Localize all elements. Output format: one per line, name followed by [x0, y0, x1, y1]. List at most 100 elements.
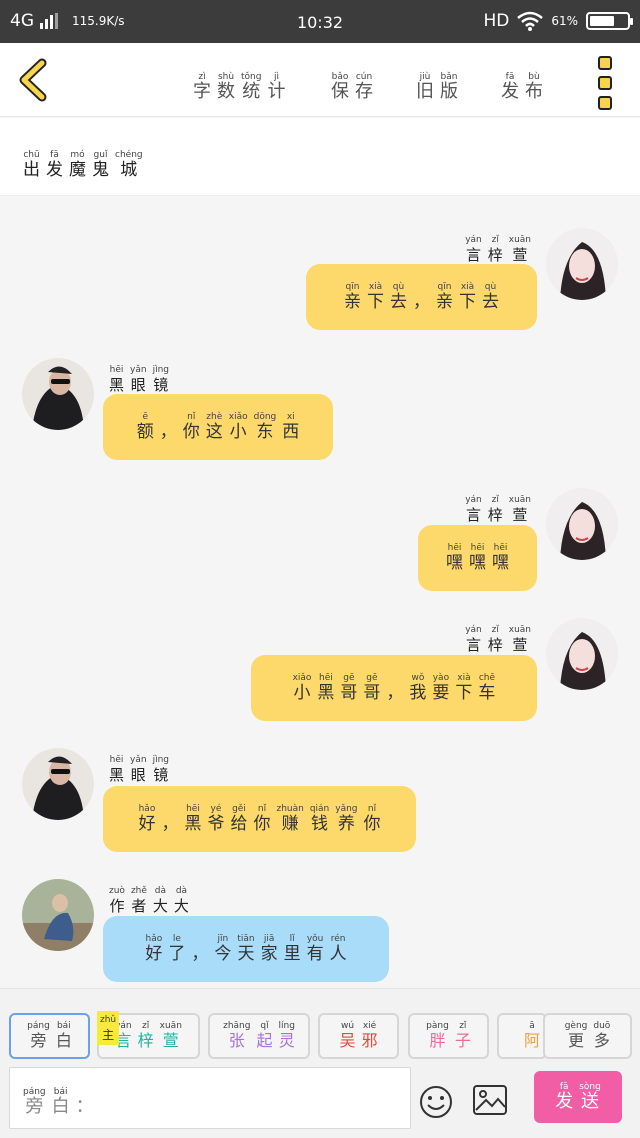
- ruby-char: dōng 东: [253, 412, 277, 442]
- ruby-char: xi 西: [282, 412, 300, 442]
- ruby-char: gěi 给: [230, 804, 248, 834]
- sender-name: hēi 黑 yǎn 眼 jìng 镜: [106, 358, 172, 395]
- ruby-char: hēi 嘿: [446, 543, 463, 573]
- ruby-char: mó 魔: [69, 150, 86, 180]
- ruby-char: qǐ 起: [256, 1021, 273, 1050]
- picture-icon[interactable]: [472, 1084, 508, 1116]
- ruby-char: bái 白: [55, 1021, 72, 1050]
- battery-percent: 61%: [551, 14, 578, 28]
- ruby-char: xuān 萱: [508, 235, 531, 264]
- app-header: zì 字 shù 数 tǒng 统 jì 计 bǎo 保 cún 存 jiù 旧 bǎn 版 fā 发 bù 布: [0, 43, 640, 117]
- ruby-char: xià 下: [455, 673, 473, 703]
- message-bubble[interactable]: xiǎo 小 hēi 黑 gē 哥 gē 哥 ， wǒ 我 yào 要 xià 下 chē 车: [251, 655, 537, 721]
- ruby-char: yǒu 有: [306, 934, 324, 964]
- role-narrator[interactable]: páng 旁 bái 白: [9, 1013, 90, 1059]
- ruby-char: nǐ 你: [363, 804, 381, 834]
- ruby-char: dà 大: [152, 886, 168, 915]
- ruby-char: xiǎo 小: [292, 673, 312, 703]
- avatar-yan-zi-xuan[interactable]: [546, 488, 618, 560]
- ruby-char: xié 邪: [361, 1021, 378, 1050]
- ruby-char: hēi 黑: [109, 755, 125, 784]
- battery-fill: [590, 16, 615, 26]
- ruby-char: xuān 萱: [508, 495, 531, 524]
- ruby-char: zǐ 梓: [137, 1021, 154, 1050]
- ruby-char: lǐ 里: [283, 934, 301, 964]
- sender-name: yán 言 zǐ 梓 xuān 萱: [462, 488, 534, 525]
- ruby-char: fā 发: [555, 1082, 574, 1112]
- ruby-char: sòng 送: [579, 1082, 601, 1112]
- sender-name: zuò 作 zhě 者 dà 大 dà 大: [106, 879, 192, 916]
- back-arrow-icon[interactable]: [14, 57, 54, 103]
- tab-word-count[interactable]: zì 字 shù 数 tǒng 统 jì 计: [190, 63, 288, 102]
- ruby-char: yǎng 养: [335, 804, 358, 834]
- tab-old-version[interactable]: jiù 旧 bǎn 版: [413, 63, 461, 102]
- tab-publish[interactable]: fā 发 bù 布: [498, 63, 546, 102]
- ruby-char: chéng 城: [115, 150, 143, 180]
- message-bubble[interactable]: qīn 亲 xià 下 qù 去 ， qīn 亲 xià 下 qù 去: [306, 264, 537, 330]
- ruby-char: zhè 这: [205, 412, 223, 442]
- ruby-char: ，: [386, 683, 404, 703]
- avatar-hei-yan-jing[interactable]: [22, 748, 94, 820]
- ruby-char: jìng 镜: [152, 365, 169, 394]
- tab-save[interactable]: bǎo 保 cún 存: [328, 63, 376, 102]
- story-title-bar[interactable]: chū 出 fā 发 mó 魔 guǐ 鬼 chéng 城: [0, 118, 640, 196]
- ruby-char: qù 去: [482, 282, 499, 312]
- ruby-char: chē 车: [478, 673, 496, 703]
- ruby-char: gē 哥: [363, 673, 381, 703]
- send-button[interactable]: fā 发 sòng 送: [534, 1071, 622, 1123]
- message-bubble[interactable]: ē额 ， nǐ 你 zhè 这 xiǎo 小 dōng 东 xi 西: [103, 394, 333, 460]
- avatar-author[interactable]: [22, 879, 94, 951]
- ruby-char: ，: [161, 814, 179, 834]
- ruby-char: wǒ 我: [409, 673, 427, 703]
- avatar-yan-zi-xuan[interactable]: [546, 228, 618, 300]
- ruby-char: tǒng 统: [241, 72, 262, 102]
- message-input[interactable]: páng 旁 bái 白 ：: [9, 1067, 411, 1129]
- ruby-char: bái 白: [51, 1087, 70, 1117]
- protagonist-badge: zhǔ 主: [97, 1011, 120, 1045]
- ruby-char: zuò 作: [109, 886, 125, 915]
- ruby-char: nǐ 你: [182, 412, 200, 442]
- ruby-char: le 了: [168, 934, 186, 964]
- ruby-char: ，: [159, 422, 177, 442]
- ruby-char: rén 人: [329, 934, 347, 964]
- ruby-char: zhāng 张: [223, 1021, 251, 1050]
- message-bubble[interactable]: hǎo 好 le 了 ， jīn 今 tiān 天 jiā 家 lǐ 里 yǒu 有 rén 人: [103, 916, 389, 982]
- ruby-char: zhuàn 赚: [276, 804, 304, 834]
- ruby-char: qù 去: [390, 282, 407, 312]
- chat-area[interactable]: yán 言 zǐ 梓 xuān 萱 qīn 亲 xià 下 qù 去 ， qīn 亲 xià 下 qù 去 hē…: [0, 197, 640, 987]
- role-yan-zi-xuan[interactable]: zhǔ 主 yán 言 zǐ 梓 xuān 萱: [97, 1011, 200, 1059]
- input-role-label: páng 旁 bái 白 ：: [20, 1078, 97, 1117]
- ruby-char: zhě 者: [130, 886, 147, 915]
- message-bubble[interactable]: hēi 嘿 hēi 嘿 hēi 嘿: [418, 525, 537, 591]
- avatar-hei-yan-jing[interactable]: [22, 358, 94, 430]
- wifi-icon: [517, 11, 544, 31]
- more-roles-button[interactable]: gèng 更 duō 多: [543, 1013, 632, 1059]
- message-bubble[interactable]: hǎo 好 ， hēi 黑 yé 爷 gěi 给 nǐ 你 zhuàn 赚 qián 钱 yǎng 养 nǐ 你: [103, 786, 416, 852]
- ruby-char: hēi 黑: [109, 365, 125, 394]
- role-a[interactable]: ā阿: [497, 1013, 547, 1059]
- ruby-char: xià 下: [367, 282, 384, 312]
- ruby-char: bǎn 版: [440, 72, 458, 102]
- ruby-char: ，: [191, 944, 209, 964]
- ruby-char: nǐ 你: [253, 804, 271, 834]
- status-bar: 4G 115.9K/s 10:32 HD 61%: [0, 0, 640, 43]
- ruby-char: hēi 黑: [317, 673, 335, 703]
- ruby-char: hēi 嘿: [469, 543, 486, 573]
- ruby-char: jiù 旧: [416, 72, 434, 102]
- role-wu-xie[interactable]: wú 吴 xié 邪: [318, 1013, 399, 1059]
- ruby-char: chū 出: [23, 150, 40, 180]
- emoji-icon[interactable]: [419, 1085, 453, 1119]
- ruby-char: qīn 亲: [436, 282, 453, 312]
- ruby-char: zǐ 梓: [487, 495, 503, 524]
- status-right: HD 61%: [483, 11, 633, 31]
- ruby-char: líng 灵: [278, 1021, 295, 1050]
- ruby-char: yán 言: [465, 495, 482, 524]
- menu-icon[interactable]: [598, 56, 614, 116]
- role-zhang-qi-ling[interactable]: zhāng 张 qǐ 起 líng 灵: [208, 1013, 310, 1059]
- ruby-char: ，: [413, 292, 430, 312]
- ruby-char: páng 旁: [23, 1087, 46, 1117]
- role-pang-zi[interactable]: pàng 胖 zǐ 子: [408, 1013, 489, 1059]
- ruby-char: jiā 家: [260, 934, 278, 964]
- sender-name: hēi 黑 yǎn 眼 jìng 镜: [106, 748, 172, 785]
- avatar-yan-zi-xuan[interactable]: [546, 618, 618, 690]
